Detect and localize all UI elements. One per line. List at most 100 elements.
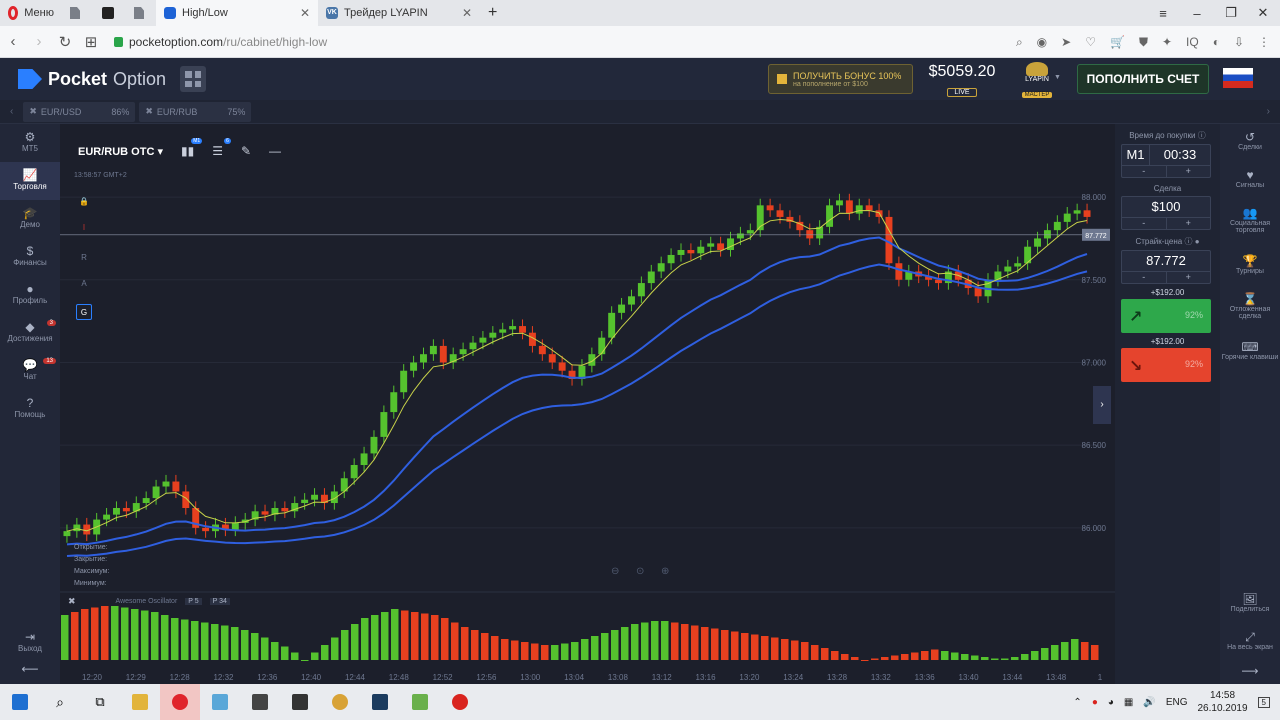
network-icon[interactable]: ▦ xyxy=(1124,697,1133,708)
record-icon[interactable] xyxy=(440,684,480,720)
speed-dial-icon[interactable]: ⊞ xyxy=(78,33,104,51)
photoshop-icon[interactable] xyxy=(360,684,400,720)
lock-tool-icon[interactable]: 🔒 xyxy=(76,194,92,210)
asset-tab[interactable]: ✖ EUR/USD 86% xyxy=(23,101,136,122)
sidebar-item-profile[interactable]: ● Профиль xyxy=(0,276,60,314)
time-input[interactable]: M1 00:33 - + xyxy=(1121,144,1211,178)
app-icon[interactable] xyxy=(200,684,240,720)
url-field[interactable]: pocketoption.com/ru/cabinet/high-low xyxy=(129,35,327,49)
explorer-icon[interactable] xyxy=(120,684,160,720)
close-icon[interactable]: ✖ xyxy=(29,106,37,117)
balance[interactable]: $5059.20 LIVE xyxy=(926,63,998,99)
sidebar-item-demo[interactable]: 🎓 Демо xyxy=(0,200,60,238)
zoom-out-icon[interactable]: ⊖ xyxy=(611,566,619,577)
browser-tab-3[interactable] xyxy=(126,0,156,26)
language-flag-icon[interactable] xyxy=(1223,68,1253,88)
strike-plus-button[interactable]: + xyxy=(1165,272,1211,283)
forward-icon[interactable]: › xyxy=(26,33,52,50)
app-icon[interactable] xyxy=(320,684,360,720)
sidebar-item-share[interactable]: 🖼 Поделиться xyxy=(1220,586,1280,624)
amount-plus-button[interactable]: + xyxy=(1165,218,1211,229)
sidebar-item-mt5[interactable]: ⚙ MT5 xyxy=(0,124,60,162)
opera-icon[interactable] xyxy=(160,684,200,720)
vtool-a[interactable]: A xyxy=(76,276,92,292)
deposit-button[interactable]: ПОПОЛНИТЬ СЧЕТ xyxy=(1077,64,1209,94)
higher-button[interactable]: ↗ 92% xyxy=(1121,299,1211,333)
cart-icon[interactable]: 🛒 xyxy=(1110,35,1125,49)
chevron-down-icon[interactable]: ▼ xyxy=(1054,74,1061,81)
expand-panel-icon[interactable]: › xyxy=(1093,386,1111,424)
close-oscillator-icon[interactable]: ✖ xyxy=(68,596,76,607)
tab-menu-icon[interactable]: ≡ xyxy=(1146,0,1180,26)
minimize-icon[interactable]: – xyxy=(1180,0,1214,26)
vtool-r[interactable]: R xyxy=(76,250,92,266)
vtool-g[interactable]: G xyxy=(76,304,92,320)
sidebar-item-finance[interactable]: $ Финансы xyxy=(0,238,60,276)
asset-selector[interactable]: EUR/RUB OTC ▾ xyxy=(78,145,163,158)
calculator-icon[interactable] xyxy=(240,684,280,720)
record-tray-icon[interactable]: ● xyxy=(1092,697,1098,708)
close-tab-icon[interactable]: ✕ xyxy=(462,6,472,20)
scroll-left-icon[interactable]: ‹ xyxy=(10,106,13,117)
amount-minus-button[interactable]: - xyxy=(1122,218,1166,229)
drawing-icon[interactable]: ✎ xyxy=(241,144,251,158)
amount-input[interactable]: $100 - + xyxy=(1121,196,1211,230)
strike-minus-button[interactable]: - xyxy=(1122,272,1166,283)
browser-tab-vk[interactable]: VK Трейдер LYAPIN ✕ xyxy=(318,0,480,26)
video-editor-icon[interactable] xyxy=(280,684,320,720)
reload-icon[interactable]: ↻ xyxy=(52,33,78,51)
chart-type-icon[interactable]: ▮▮ M1 xyxy=(181,138,203,158)
app-icon[interactable] xyxy=(400,684,440,720)
chrome-tray-icon[interactable]: ◕ xyxy=(1108,697,1114,708)
start-button[interactable] xyxy=(0,684,40,720)
sidebar-item-hotkeys[interactable]: ⌨ Горячие клавиши xyxy=(1220,334,1280,382)
user-level[interactable]: LYAPIN МАСТЕР xyxy=(1016,62,1058,98)
zoom-in-icon[interactable]: ⊕ xyxy=(661,566,669,577)
time-minus-button[interactable]: - xyxy=(1122,166,1166,177)
indicators-icon[interactable]: ☰ 6 xyxy=(212,138,231,158)
sidebar-item-trading[interactable]: 📈 Торговля xyxy=(0,162,60,200)
browser-tab-high-low[interactable]: High/Low ✕ xyxy=(156,0,318,26)
clock[interactable]: 14:58 26.10.2019 xyxy=(1197,689,1247,715)
sidebar-item-logout[interactable]: ⇥ Выход xyxy=(0,624,60,662)
language-indicator[interactable]: ENG xyxy=(1166,697,1188,708)
search-icon[interactable]: ⌕ xyxy=(1016,35,1023,50)
sidebar-item-pending[interactable]: ⌛ Отложенная сделка xyxy=(1220,286,1280,334)
notifications-icon[interactable]: 5 xyxy=(1257,696,1270,708)
heart-icon[interactable]: ♡ xyxy=(1085,35,1096,49)
sidebar-item-social[interactable]: 👥 Социальная торговля xyxy=(1220,200,1280,248)
minus-icon[interactable]: — xyxy=(269,144,281,158)
time-plus-button[interactable]: + xyxy=(1165,166,1211,177)
close-window-icon[interactable]: ✕ xyxy=(1246,0,1280,26)
download-icon[interactable]: ⇩ xyxy=(1234,35,1244,49)
timeframe[interactable]: M1 xyxy=(1122,145,1150,165)
send-icon[interactable]: ➤ xyxy=(1061,35,1071,49)
extension-icon[interactable]: ✦ xyxy=(1162,35,1172,49)
logo[interactable]: Pocket Option xyxy=(18,69,166,90)
chart-area[interactable]: 88.000 87.500 87.000 86.500 86.000 87.772 12:2… xyxy=(60,124,1115,684)
close-tab-icon[interactable]: ✕ xyxy=(300,6,310,20)
collapse-left-icon[interactable]: ⟵ xyxy=(0,662,60,676)
sidebar-item-fullscreen[interactable]: ⤢ На весь экран xyxy=(1220,624,1280,662)
strike-input[interactable]: 87.772 - + xyxy=(1121,250,1211,284)
extension-iq-icon[interactable]: IQ xyxy=(1186,35,1199,49)
bonus-button[interactable]: ПОЛУЧИТЬ БОНУС 100% на пополнение от $10… xyxy=(768,64,913,94)
asset-tab[interactable]: ✖ EUR/RUB 75% xyxy=(139,101,252,122)
maximize-icon[interactable]: ❐ xyxy=(1214,0,1248,26)
new-tab-button[interactable]: + xyxy=(480,0,505,26)
apps-grid-button[interactable] xyxy=(180,66,207,92)
browser-tab-1[interactable] xyxy=(62,0,94,26)
search-icon[interactable]: ⌕ xyxy=(40,684,80,720)
sidebar-item-trades[interactable]: ↺ Сделки xyxy=(1220,124,1280,162)
close-icon[interactable]: ✖ xyxy=(145,106,153,117)
volume-icon[interactable]: 🔊 xyxy=(1143,697,1155,708)
browser-menu-tab[interactable]: Меню xyxy=(0,0,62,26)
vtool-i[interactable]: I xyxy=(76,220,92,236)
back-icon[interactable]: ‹ xyxy=(0,33,26,50)
sidebar-item-achievements[interactable]: ◆ Достижения 3 xyxy=(0,314,60,352)
sidebar-item-signals[interactable]: ♥ Сигналы xyxy=(1220,162,1280,200)
extension-icon[interactable]: ⛊ xyxy=(1139,35,1148,50)
more-icon[interactable]: ⋮ xyxy=(1258,35,1270,49)
zoom-reset-icon[interactable]: ⊙ xyxy=(636,566,644,577)
browser-tab-2[interactable] xyxy=(94,0,126,26)
